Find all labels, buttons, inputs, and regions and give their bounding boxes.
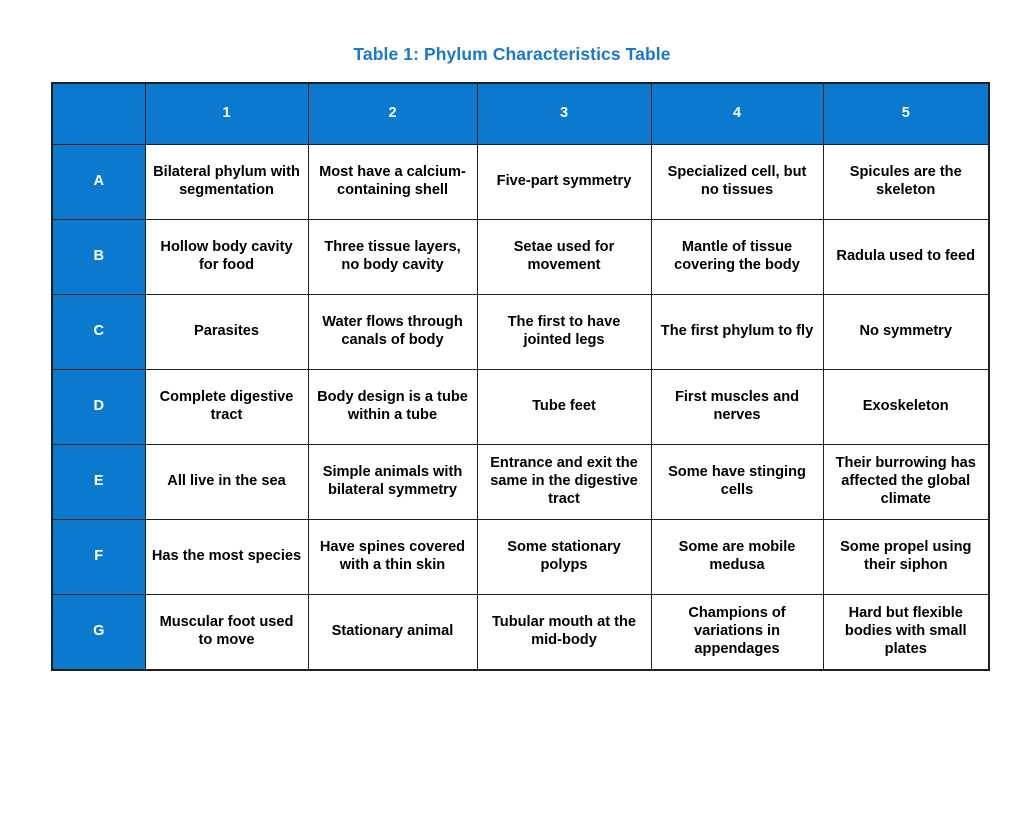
table-row: A Bilateral phylum with segmentation Mos… bbox=[51, 144, 990, 220]
cell-e3: Entrance and exit the same in the digest… bbox=[476, 444, 652, 520]
cell-a3: Five-part symmetry bbox=[476, 144, 652, 220]
cell-d4: First muscles and nerves bbox=[650, 369, 824, 445]
cell-b5: Radula used to feed bbox=[822, 219, 990, 295]
cell-c4: The first phylum to fly bbox=[650, 294, 824, 370]
table-row: B Hollow body cavity for food Three tiss… bbox=[51, 219, 990, 295]
cell-f5: Some propel using their siphon bbox=[822, 519, 990, 595]
row-label-c: C bbox=[51, 294, 146, 370]
cell-g5: Hard but flexible bodies with small plat… bbox=[822, 594, 990, 671]
cell-a4: Specialized cell, but no tissues bbox=[650, 144, 824, 220]
table-row: C Parasites Water flows through canals o… bbox=[51, 294, 990, 370]
cell-g3: Tubular mouth at the mid-body bbox=[476, 594, 652, 671]
column-header-5: 5 bbox=[822, 82, 990, 145]
row-label-g: G bbox=[51, 594, 146, 671]
page-root: Table 1: Phylum Characteristics Table 1 … bbox=[0, 0, 1024, 813]
table-corner-cell bbox=[51, 82, 146, 145]
table-row: G Muscular foot used to move Stationary … bbox=[51, 594, 990, 671]
cell-b4: Mantle of tissue covering the body bbox=[650, 219, 824, 295]
cell-a1: Bilateral phylum with segmentation bbox=[144, 144, 309, 220]
cell-b1: Hollow body cavity for food bbox=[144, 219, 309, 295]
cell-e4: Some have stinging cells bbox=[650, 444, 824, 520]
cell-g2: Stationary animal bbox=[307, 594, 478, 671]
cell-f2: Have spines covered with a thin skin bbox=[307, 519, 478, 595]
table-container: 1 2 3 4 5 A Bilateral phylum with segmen… bbox=[51, 82, 990, 671]
cell-a2: Most have a calcium-containing shell bbox=[307, 144, 478, 220]
cell-d3: Tube feet bbox=[476, 369, 652, 445]
page-title: Table 1: Phylum Characteristics Table bbox=[353, 44, 671, 64]
cell-c2: Water flows through canals of body bbox=[307, 294, 478, 370]
table-row: F Has the most species Have spines cover… bbox=[51, 519, 990, 595]
column-header-3: 3 bbox=[476, 82, 652, 145]
cell-f4: Some are mobile medusa bbox=[650, 519, 824, 595]
table-row: E All live in the sea Simple animals wit… bbox=[51, 444, 990, 520]
cell-e1: All live in the sea bbox=[144, 444, 309, 520]
cell-f3: Some stationary polyps bbox=[476, 519, 652, 595]
cell-g4: Champions of variations in appendages bbox=[650, 594, 824, 671]
row-label-b: B bbox=[51, 219, 146, 295]
cell-d5: Exoskeleton bbox=[822, 369, 990, 445]
cell-a5: Spicules are the skeleton bbox=[822, 144, 990, 220]
row-label-d: D bbox=[51, 369, 146, 445]
cell-c1: Parasites bbox=[144, 294, 309, 370]
phylum-characteristics-table: 1 2 3 4 5 A Bilateral phylum with segmen… bbox=[51, 82, 990, 671]
cell-d2: Body design is a tube within a tube bbox=[307, 369, 478, 445]
cell-b2: Three tissue layers, no body cavity bbox=[307, 219, 478, 295]
column-header-4: 4 bbox=[650, 82, 824, 145]
cell-f1: Has the most species bbox=[144, 519, 309, 595]
cell-e2: Simple animals with bilateral symmetry bbox=[307, 444, 478, 520]
cell-c3: The first to have jointed legs bbox=[476, 294, 652, 370]
table-header-row: 1 2 3 4 5 bbox=[51, 82, 990, 145]
cell-c5: No symmetry bbox=[822, 294, 990, 370]
table-row: D Complete digestive tract Body design i… bbox=[51, 369, 990, 445]
row-label-a: A bbox=[51, 144, 146, 220]
cell-g1: Muscular foot used to move bbox=[144, 594, 309, 671]
column-header-1: 1 bbox=[144, 82, 309, 145]
cell-e5: Their burrowing has affected the global … bbox=[822, 444, 990, 520]
cell-b3: Setae used for movement bbox=[476, 219, 652, 295]
cell-d1: Complete digestive tract bbox=[144, 369, 309, 445]
row-label-e: E bbox=[51, 444, 146, 520]
row-label-f: F bbox=[51, 519, 146, 595]
column-header-2: 2 bbox=[307, 82, 478, 145]
